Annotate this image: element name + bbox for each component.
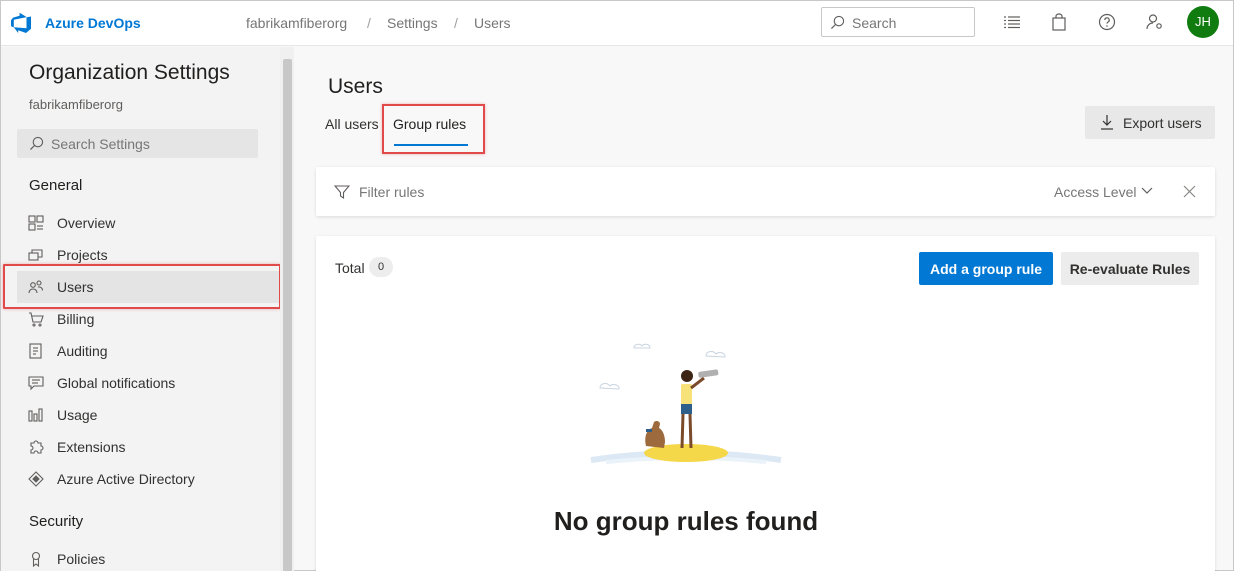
section-heading-general: General [29,177,83,194]
export-users-button[interactable]: Export users [1085,106,1215,139]
global-search-box[interactable] [821,7,975,37]
breadcrumb-separator: / [454,15,458,31]
sidebar-item-label: Overview [57,215,116,231]
search-icon [830,15,845,30]
reevaluate-rules-button[interactable]: Re-evaluate Rules [1061,252,1199,285]
policies-icon [31,551,41,567]
total-count-badge: 0 [369,257,393,277]
download-icon [1101,115,1113,130]
sidebar-item-label: Usage [57,407,98,423]
breadcrumb-separator: / [367,15,371,31]
auditing-icon [29,343,42,359]
add-group-rule-button[interactable]: Add a group rule [919,252,1053,285]
settings-search-box[interactable] [17,129,258,158]
top-bar: Azure DevOps fabrikamfiberorg / Settings… [1,1,1233,46]
filter-rules-input[interactable]: Filter rules [359,184,424,200]
usage-icon [28,408,43,422]
breadcrumb-org[interactable]: fabrikamfiberorg [246,15,347,31]
sidebar-item-label: Extensions [57,439,126,455]
sidebar-item-label: Azure Active Directory [57,471,195,487]
sidebar-scrollbar[interactable] [280,47,294,571]
breadcrumb-settings[interactable]: Settings [387,15,438,31]
sidebar: Organization Settings fabrikamfiberorg G… [1,47,281,571]
sidebar-subtitle: fabrikamfiberorg [29,97,123,112]
azure-devops-logo-icon[interactable] [10,11,34,35]
tab-all-users[interactable]: All users [325,116,379,132]
filter-icon [334,185,350,200]
sidebar-item-label: Projects [57,247,108,263]
chevron-down-icon[interactable] [1141,186,1153,196]
group-rules-card: Total 0 Add a group rule Re-evaluate Rul… [316,236,1215,571]
notification-icon [28,376,44,391]
settings-search-input[interactable] [51,135,251,153]
projects-icon [28,249,43,261]
sidebar-item-label: Policies [57,551,106,567]
close-icon[interactable] [1183,185,1196,198]
brand-name[interactable]: Azure DevOps [45,15,141,31]
breadcrumb-users[interactable]: Users [474,15,511,31]
user-settings-icon[interactable] [1146,13,1164,31]
avatar[interactable]: JH [1187,6,1219,38]
sidebar-item-auditing[interactable]: Auditing [17,335,279,367]
page-title: Users [328,75,383,98]
aad-icon [28,471,44,487]
shopping-bag-icon[interactable] [1050,13,1068,31]
group-rules-highlight-callout [382,104,485,154]
overview-icon [28,215,44,231]
list-icon[interactable] [1003,13,1021,31]
empty-state-illustration [590,343,782,464]
filter-bar: Filter rules Access Level [316,167,1215,216]
export-users-label: Export users [1123,115,1202,131]
sidebar-item-overview[interactable]: Overview [17,207,279,239]
sidebar-item-label: Billing [57,311,95,327]
users-highlight-callout [3,264,281,309]
global-search-input[interactable] [852,14,970,32]
sidebar-title: Organization Settings [29,61,230,84]
main-content: Users All users Group rules Export users… [295,47,1233,571]
empty-state-title: No group rules found [553,506,819,536]
sidebar-item-policies[interactable]: Policies [17,543,279,571]
sidebar-item-extensions[interactable]: Extensions [17,431,279,463]
help-icon[interactable] [1098,13,1116,31]
sidebar-item-azure-active-directory[interactable]: Azure Active Directory [17,463,279,495]
extensions-icon [30,440,44,454]
total-label: Total [335,260,365,276]
cart-icon [29,312,44,327]
search-icon [29,136,44,151]
sidebar-item-global-notifications[interactable]: Global notifications [17,367,279,399]
scrollbar-thumb[interactable] [283,59,292,571]
sidebar-item-label: Global notifications [57,375,176,391]
sidebar-item-label: Auditing [57,343,108,359]
sidebar-item-usage[interactable]: Usage [17,399,279,431]
access-level-dropdown[interactable]: Access Level [1054,184,1136,200]
section-heading-security: Security [29,513,84,530]
